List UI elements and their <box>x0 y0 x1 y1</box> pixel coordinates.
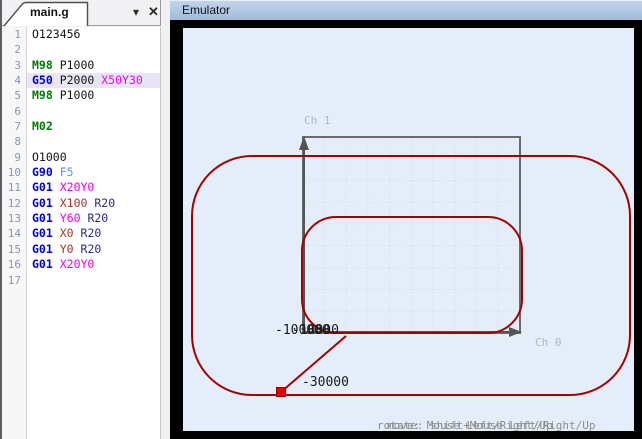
code-editor[interactable]: 1234567891011121314151617 O123456M98 P10… <box>2 27 161 439</box>
code-line[interactable] <box>27 134 160 149</box>
code-token: O123456 <box>32 27 80 41</box>
line-number: 2 <box>2 42 26 57</box>
code-line[interactable]: G01 Y0 R20 <box>27 242 160 257</box>
code-token: G01 <box>32 226 53 240</box>
code-line[interactable] <box>27 273 160 288</box>
code-line[interactable]: G01 X100 R20 <box>27 196 160 211</box>
line-number: 1 <box>2 27 26 42</box>
line-number: 17 <box>2 273 26 288</box>
axis-label-ch1: Ch 1 <box>304 114 331 127</box>
close-tab-icon[interactable]: ✕ <box>148 3 159 21</box>
tab-main-g[interactable]: main.g <box>30 5 69 19</box>
code-token: F5 <box>60 165 74 179</box>
tool-position-label: -30000 <box>302 375 349 390</box>
line-number-gutter: 1234567891011121314151617 <box>2 27 27 439</box>
code-token <box>53 165 60 179</box>
code-token: G01 <box>32 196 53 210</box>
emulator-panel: Emulator <box>170 0 642 439</box>
code-token: M02 <box>32 119 53 133</box>
gcode-editor-pane: main.g ▾ ✕ 1234567891011121314151617 O12… <box>0 0 170 439</box>
code-token: P2000 <box>53 73 101 87</box>
code-token: X50Y30 <box>101 73 143 87</box>
line-number: 14 <box>2 226 26 241</box>
emulator-canvas[interactable]: Ch 1 Ch 0 -100000 -10000 -30000 rotate: … <box>183 28 634 431</box>
code-token: G01 <box>32 211 53 225</box>
code-token <box>53 211 60 225</box>
code-token: X0 <box>60 226 74 240</box>
line-number: 8 <box>2 134 26 149</box>
code-token <box>53 226 60 240</box>
line-number: 9 <box>2 150 26 165</box>
code-token: G01 <box>32 257 53 271</box>
emulator-panel-header[interactable]: Emulator <box>170 0 642 20</box>
code-token: M98 <box>32 58 53 72</box>
line-number: 7 <box>2 119 26 134</box>
line-number: 5 <box>2 88 26 103</box>
origin-coordinate-label-b: -10000 <box>292 323 339 338</box>
line-number: 3 <box>2 58 26 73</box>
axis-label-ch0: Ch 0 <box>535 336 562 349</box>
emulator-frame: Ch 1 Ch 0 -100000 -10000 -30000 rotate: … <box>170 20 642 439</box>
line-number: 15 <box>2 242 26 257</box>
code-token: R20 <box>81 242 102 256</box>
code-line[interactable]: M98 P1000 <box>27 58 160 73</box>
line-number: 6 <box>2 104 26 119</box>
code-token: X20Y0 <box>60 180 95 194</box>
code-token: R20 <box>81 226 102 240</box>
code-token: Y0 <box>60 242 74 256</box>
workspace-grid <box>304 138 519 332</box>
tab-list-dropdown-icon[interactable]: ▾ <box>133 3 139 21</box>
code-line[interactable] <box>27 104 160 119</box>
code-token <box>74 242 81 256</box>
code-token: G01 <box>32 180 53 194</box>
editor-tab-strip: main.g ▾ ✕ <box>2 0 161 26</box>
code-line[interactable]: M02 <box>27 119 160 134</box>
code-line[interactable]: O1000 <box>27 150 160 165</box>
code-line[interactable]: G01 X0 R20 <box>27 226 160 241</box>
line-number: 13 <box>2 211 26 226</box>
code-line[interactable]: M98 P1000 <box>27 88 160 103</box>
line-number: 11 <box>2 180 26 195</box>
code-token: G01 <box>32 242 53 256</box>
code-token <box>53 257 60 271</box>
code-token: X100 <box>60 196 88 210</box>
code-token: G90 <box>32 165 53 179</box>
mouse-hint-move: move: Mouse Left/Right/Up <box>387 419 553 431</box>
line-number: 10 <box>2 165 26 180</box>
line-number: 12 <box>2 196 26 211</box>
code-token: G50 <box>32 73 53 87</box>
code-line[interactable] <box>27 42 160 57</box>
code-token <box>53 196 60 210</box>
code-token: M98 <box>32 88 53 102</box>
code-token <box>74 226 81 240</box>
code-token: P1000 <box>53 88 95 102</box>
app-window: main.g ▾ ✕ 1234567891011121314151617 O12… <box>0 0 642 439</box>
code-token: X20Y0 <box>60 257 95 271</box>
code-line[interactable]: G90 F5 <box>27 165 160 180</box>
code-token <box>53 242 60 256</box>
code-token: O1000 <box>32 150 67 164</box>
code-token: P1000 <box>53 58 95 72</box>
code-token: Y60 <box>60 211 81 225</box>
code-line[interactable]: O123456 <box>27 27 160 42</box>
toolpath-plot: Ch 1 Ch 0 -100000 -10000 -30000 rotate: … <box>183 28 634 431</box>
line-number: 4 <box>2 73 26 88</box>
code-line[interactable]: G50 P2000 X50Y30 <box>27 73 160 88</box>
code-line[interactable]: G01 X20Y0 <box>27 257 160 272</box>
tool-position-marker <box>277 388 286 397</box>
emulator-panel-title: Emulator <box>182 3 230 17</box>
code-token: R20 <box>94 196 115 210</box>
code-line[interactable]: G01 X20Y0 <box>27 180 160 195</box>
code-line[interactable]: G01 Y60 R20 <box>27 211 160 226</box>
code-area[interactable]: O123456M98 P1000G50 P2000 X50Y30M98 P100… <box>27 27 160 439</box>
code-token: R20 <box>87 211 108 225</box>
line-number: 16 <box>2 257 26 272</box>
code-token <box>53 180 60 194</box>
